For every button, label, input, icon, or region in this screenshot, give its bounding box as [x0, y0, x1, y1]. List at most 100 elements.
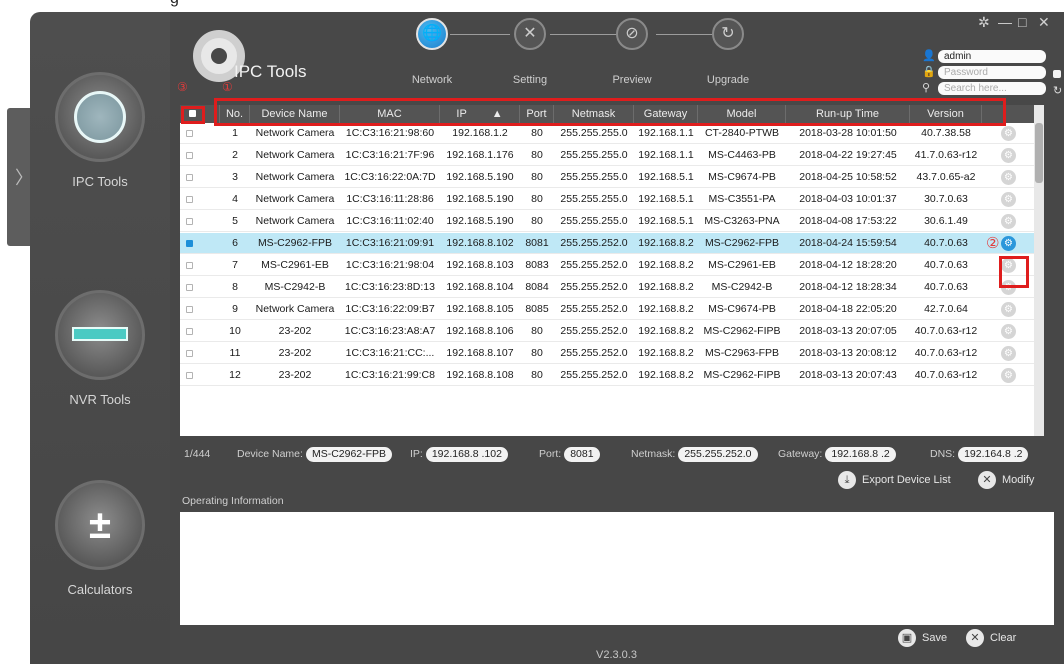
- row-checkbox[interactable]: [186, 284, 193, 291]
- table-row[interactable]: 10 23-202 1C:C3:16:23:A8:A7 192.168.8.106 80…: [180, 321, 1044, 342]
- minimize-button[interactable]: —: [998, 14, 1012, 30]
- sidebar-item-calculators[interactable]: ± Calculators: [30, 480, 170, 597]
- row-checkbox[interactable]: [186, 350, 193, 357]
- table-row[interactable]: 4 Network Camera 1C:C3:16:11:28:86 192.168.…: [180, 189, 1044, 210]
- sidebar-item-ipc-tools[interactable]: IPC Tools: [30, 72, 170, 189]
- marker-one: ①: [222, 80, 233, 94]
- search-row: ⚲ Search here...: [922, 82, 1047, 95]
- table-row[interactable]: 9 Network Camera 1C:C3:16:22:09:B7 192.168.…: [180, 299, 1044, 320]
- cell-mac: 1C:C3:16:23:A8:A7: [344, 325, 436, 337]
- cell-runup: 2018-04-24 15:59:54: [799, 237, 897, 249]
- cell-version: 30.7.0.63: [924, 193, 968, 205]
- table-row[interactable]: 1 Network Camera 1C:C3:16:21:98:60 192.168.…: [180, 123, 1044, 144]
- cell-no: 7: [232, 259, 238, 271]
- cell-no: 3: [232, 171, 238, 183]
- caption-fragment: g: [170, 0, 179, 8]
- cell-runup: 2018-03-13 20:07:05: [799, 325, 897, 337]
- username-field[interactable]: admin: [938, 50, 1046, 63]
- cell-ip: 192.168.8.108: [446, 369, 514, 381]
- sidebar-item-nvr-tools[interactable]: NVR Tools: [30, 290, 170, 407]
- cell-gateway: 192.168.1.1: [638, 149, 694, 161]
- cell-netmask: 255.255.252.0: [560, 303, 628, 315]
- cell-netmask: 255.255.252.0: [560, 281, 628, 293]
- settings-gear-icon[interactable]: ✲: [978, 14, 990, 31]
- edit-device-icon[interactable]: ⚙: [1001, 236, 1016, 251]
- cell-port: 8081: [525, 237, 549, 249]
- table-row[interactable]: 7 MS-C2961-EB 1C:C3:16:21:98:04 192.168.8.1…: [180, 255, 1044, 276]
- table-row[interactable]: 5 Network Camera 1C:C3:16:11:02:40 192.168.…: [180, 211, 1044, 232]
- operating-info-log: [180, 512, 1054, 625]
- edit-device-icon[interactable]: ⚙: [1001, 324, 1016, 339]
- gateway-field[interactable]: 192.168.8 .2: [825, 447, 896, 462]
- table-row[interactable]: 11 23-202 1C:C3:16:21:CC:... 192.168.8.107 8…: [180, 343, 1044, 364]
- port-field[interactable]: 8081: [564, 447, 600, 462]
- cell-version: 40.7.38.58: [921, 127, 971, 139]
- row-checkbox[interactable]: [186, 372, 193, 379]
- ip-field[interactable]: 192.168.8 .102: [425, 447, 508, 462]
- cell-netmask: 255.255.252.0: [560, 369, 628, 381]
- row-checkbox[interactable]: [186, 174, 193, 181]
- row-checkbox[interactable]: [186, 218, 193, 225]
- app-version: V2.3.0.3: [596, 649, 637, 661]
- cell-ip: 192.168.8.102: [446, 237, 514, 249]
- clear-button[interactable]: ✕ Clear: [966, 628, 1016, 648]
- password-toggle[interactable]: [1053, 70, 1061, 78]
- modify-button[interactable]: ✕ Modify: [978, 470, 1034, 490]
- row-checkbox[interactable]: [186, 240, 193, 247]
- row-checkbox[interactable]: [186, 196, 193, 203]
- device-table: No. Device Name MAC IP ▲ Port Netmask Ga…: [180, 105, 1044, 436]
- edit-device-icon[interactable]: ⚙: [1001, 192, 1016, 207]
- cell-mac: 1C:C3:16:21:7F:96: [345, 149, 435, 161]
- cell-port: 80: [531, 369, 543, 381]
- edit-button-highlight: [999, 256, 1029, 288]
- cell-gateway: 192.168.8.2: [638, 281, 694, 293]
- table-row[interactable]: 12 23-202 1C:C3:16:21:99:C8 192.168.8.108 80…: [180, 365, 1044, 386]
- edit-device-icon[interactable]: ⚙: [1001, 214, 1016, 229]
- netmask-field[interactable]: 255.255.252.0: [678, 447, 758, 462]
- edit-device-icon[interactable]: ⚙: [1001, 148, 1016, 163]
- main-window: IPC Tools 🌐 Network ✕ Setting ⊘ Preview …: [170, 12, 1064, 664]
- refresh-icon[interactable]: ↻: [1053, 84, 1062, 97]
- edit-device-icon[interactable]: ⚙: [1001, 346, 1016, 361]
- step-network[interactable]: 🌐 Network: [392, 18, 472, 86]
- step-upgrade[interactable]: ↻ Upgrade: [688, 18, 768, 86]
- scrollbar-thumb[interactable]: [1035, 123, 1043, 183]
- export-device-list-button[interactable]: ⤓ Export Device List: [838, 470, 951, 490]
- edit-device-icon[interactable]: ⚙: [1001, 302, 1016, 317]
- row-checkbox[interactable]: [186, 328, 193, 335]
- maximize-button[interactable]: □: [1018, 14, 1026, 30]
- cell-gateway: 192.168.8.2: [638, 369, 694, 381]
- edit-device-icon[interactable]: ⚙: [1001, 126, 1016, 141]
- cell-mac: 1C:C3:16:21:CC:...: [345, 347, 435, 359]
- cell-name: 23-202: [278, 325, 312, 337]
- calculator-icon: ±: [55, 480, 145, 570]
- step-preview[interactable]: ⊘ Preview: [592, 18, 672, 86]
- row-checkbox[interactable]: [186, 130, 193, 137]
- marker-three: ③: [177, 80, 188, 94]
- row-checkbox[interactable]: [186, 152, 193, 159]
- close-button[interactable]: ✕: [1038, 14, 1050, 31]
- save-button[interactable]: ▣ Save: [898, 628, 947, 648]
- table-scrollbar[interactable]: [1034, 105, 1044, 436]
- row-checkbox[interactable]: [186, 262, 193, 269]
- edit-device-icon[interactable]: ⚙: [1001, 170, 1016, 185]
- table-row[interactable]: 3 Network Camera 1C:C3:16:22:0A:7D 192.168.…: [180, 167, 1044, 188]
- table-row[interactable]: 8 MS-C2942-B 1C:C3:16:23:8D:13 192.168.8.10…: [180, 277, 1044, 298]
- password-field[interactable]: Password: [938, 66, 1046, 79]
- table-row[interactable]: 6 MS-C2962-FPB 1C:C3:16:21:09:91 192.168.8.…: [180, 233, 1044, 254]
- table-row[interactable]: 2 Network Camera 1C:C3:16:21:7F:96 192.168.…: [180, 145, 1044, 166]
- device-name-field[interactable]: MS-C2962-FPB: [305, 447, 393, 462]
- cell-gateway: 192.168.5.1: [638, 193, 694, 205]
- dns-field[interactable]: 192.164.8 .2: [958, 447, 1029, 462]
- search-input[interactable]: Search here...: [938, 82, 1046, 95]
- cell-mac: 1C:C3:16:11:02:40: [346, 215, 434, 227]
- row-checkbox[interactable]: [186, 306, 193, 313]
- step-setting[interactable]: ✕ Setting: [490, 18, 570, 86]
- cell-name: Network Camera: [255, 215, 335, 227]
- edit-device-icon[interactable]: ⚙: [1001, 368, 1016, 383]
- cell-model: MS-C3551-PA: [708, 193, 776, 205]
- cell-runup: 2018-03-13 20:08:12: [799, 347, 897, 359]
- cell-no: 6: [232, 237, 238, 249]
- tools-icon: ✕: [514, 18, 546, 50]
- username-row: 👤 admin: [922, 50, 1047, 63]
